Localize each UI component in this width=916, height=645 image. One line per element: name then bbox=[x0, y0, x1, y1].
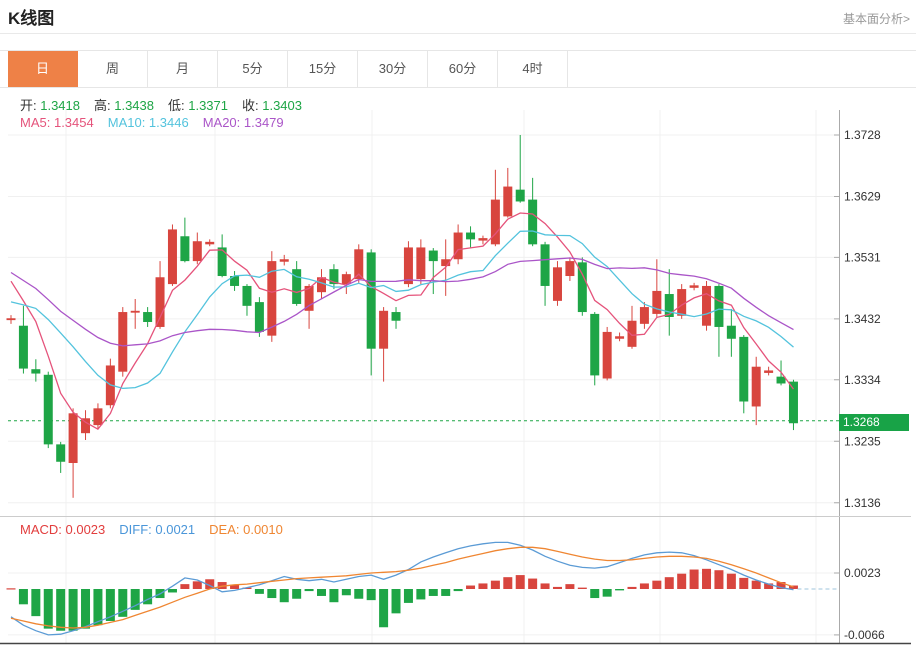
dea-line bbox=[11, 547, 794, 628]
legend-value: 1.3479 bbox=[244, 115, 284, 130]
legend-label: MA10: bbox=[108, 115, 149, 130]
svg-text:1.3432: 1.3432 bbox=[844, 312, 881, 326]
legend-value: 1.3454 bbox=[54, 115, 94, 130]
right-axis: 1.3728 1.3629 1.3531 1.3432 1.3334 1.3235 1.31… bbox=[834, 110, 885, 643]
svg-text:1.3531: 1.3531 bbox=[844, 250, 881, 264]
legend-label: MA5: bbox=[20, 115, 54, 130]
legend-value: 0.0010 bbox=[243, 522, 283, 537]
ma5-line bbox=[11, 213, 794, 429]
svg-text:1.3136: 1.3136 bbox=[844, 496, 881, 510]
legend-value: 0.0021 bbox=[155, 522, 195, 537]
current-price-badge: 1.3268 bbox=[839, 414, 909, 431]
legend-label: 低: bbox=[168, 98, 188, 113]
svg-text:0.0023: 0.0023 bbox=[844, 566, 881, 580]
legend-label: 收: bbox=[242, 98, 262, 113]
candles bbox=[7, 135, 798, 498]
svg-text:-0.0066: -0.0066 bbox=[844, 628, 885, 642]
svg-text:1.3629: 1.3629 bbox=[844, 190, 881, 204]
legend-value: 1.3418 bbox=[40, 98, 80, 113]
legend-value: 1.3438 bbox=[114, 98, 154, 113]
ma-legend: MA5: 1.3454 MA10: 1.3446 MA20: 1.3479 bbox=[20, 115, 298, 130]
legend-label: MA20: bbox=[203, 115, 244, 130]
legend-label: DEA: bbox=[209, 522, 243, 537]
svg-text:1.3334: 1.3334 bbox=[844, 373, 881, 387]
ohlc-legend: 开: 1.3418 高: 1.3438 低: 1.3371 收: 1.3403 bbox=[20, 95, 316, 114]
legend-label: 开: bbox=[20, 98, 40, 113]
ma20-line bbox=[11, 258, 794, 346]
legend-value: 1.3446 bbox=[149, 115, 189, 130]
macd-histogram bbox=[7, 569, 798, 631]
legend-label: 高: bbox=[94, 98, 114, 113]
kline-page: K线图 基本面分析> 日周月5分15分30分60分4时 1.37281.3629… bbox=[0, 0, 916, 645]
macd-legend: MACD: 0.0023 DIFF: 0.0021 DEA: 0.0010 bbox=[20, 522, 297, 537]
legend-value: 1.3403 bbox=[262, 98, 302, 113]
legend-label: DIFF: bbox=[119, 522, 155, 537]
legend-label: MACD: bbox=[20, 522, 66, 537]
legend-value: 1.3371 bbox=[188, 98, 228, 113]
legend-value: 0.0023 bbox=[66, 522, 106, 537]
svg-text:1.3235: 1.3235 bbox=[844, 434, 881, 448]
svg-text:1.3728: 1.3728 bbox=[844, 128, 881, 142]
